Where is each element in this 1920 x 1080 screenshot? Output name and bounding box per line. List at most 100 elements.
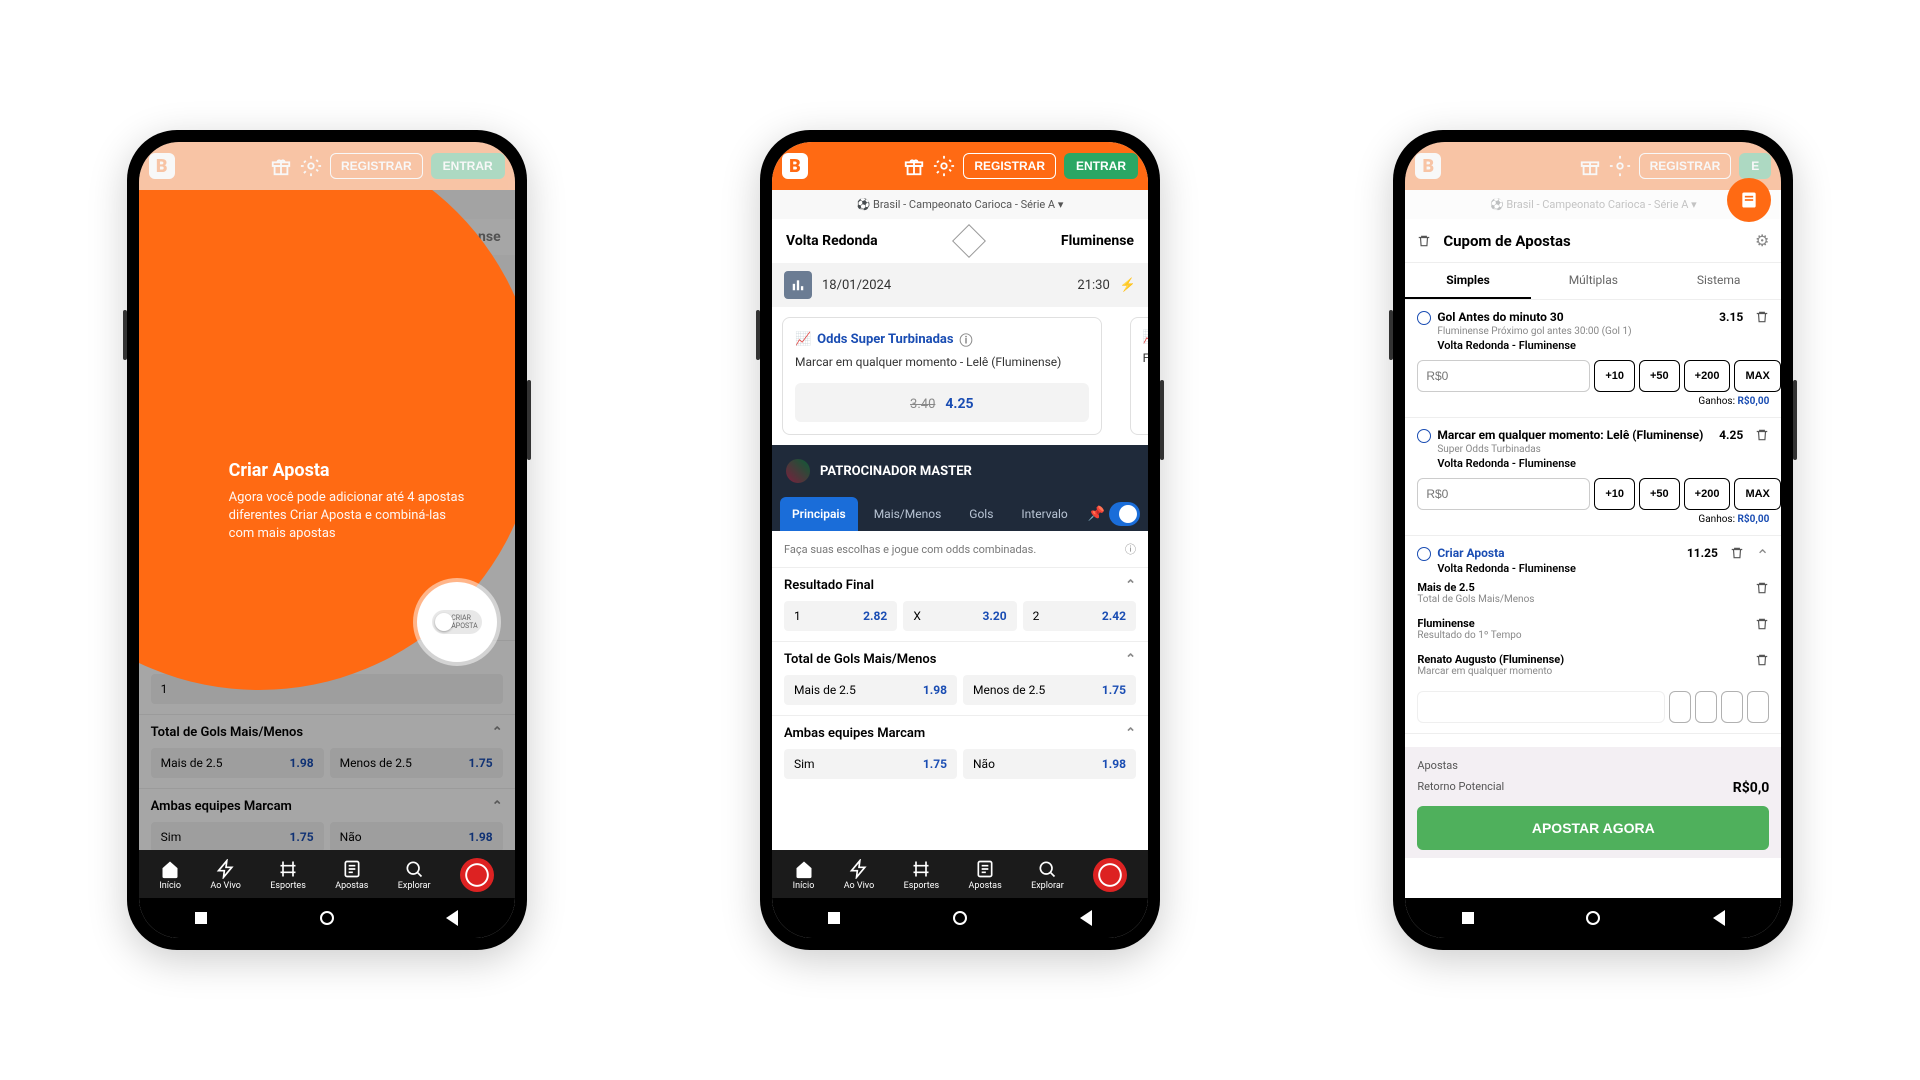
casino-chip-icon[interactable] [1093,858,1127,892]
stake-max[interactable]: MAX [1734,478,1780,510]
stake-plus50[interactable]: +50 [1639,360,1680,392]
nav-live[interactable]: Ao Vivo [844,859,875,891]
nav-home[interactable]: Início [793,859,815,891]
outcome-under[interactable]: Menos de 2.51.75 [963,675,1136,705]
outcome-over[interactable]: Mais de 2.51.98 [784,675,957,705]
android-recents-icon[interactable] [1462,912,1474,924]
info-icon[interactable]: ⓘ [960,330,973,349]
gear-icon[interactable] [933,155,955,177]
betslip-title: Cupom de Apostas [1443,232,1570,250]
nav-bets[interactable]: Apostas [335,859,368,891]
app-header: B REGISTRAR ENTRAR [772,142,1148,190]
settings-icon[interactable]: ⚙ [1755,231,1769,250]
bet-item-3-betbuilder: Criar Aposta Volta Redonda - Fluminense … [1405,536,1781,734]
android-back-icon[interactable] [1080,910,1092,926]
criar-aposta-toggle[interactable] [1109,502,1140,526]
android-home-icon[interactable] [320,911,334,925]
nav-explore[interactable]: Explorar [398,859,431,891]
chevron-up-icon[interactable]: ⌃ [1756,546,1769,565]
match-header: Volta Redonda Fluminense [772,219,1148,263]
stake-plus200[interactable]: +200 [1684,360,1731,392]
stake-plus50[interactable] [1695,691,1717,723]
trash-icon[interactable] [1755,428,1769,442]
stake-max[interactable]: MAX [1734,360,1780,392]
sponsor-banner: PATROCINADOR MASTER [772,445,1148,497]
place-bet-button[interactable]: APOSTAR AGORA [1417,806,1769,850]
android-recents-icon[interactable] [828,912,840,924]
trash-icon[interactable] [1755,581,1769,595]
stake-input[interactable] [1417,478,1590,510]
trash-icon[interactable] [1755,617,1769,631]
android-home-icon[interactable] [953,911,967,925]
outcome-draw[interactable]: X3.20 [903,601,1016,631]
gift-icon[interactable] [903,155,925,177]
tab-sistema[interactable]: Sistema [1656,263,1781,299]
chevron-up-icon[interactable]: ⌃ [1125,726,1136,741]
android-nav [1405,898,1781,938]
stake-plus10[interactable]: +10 [1594,360,1635,392]
register-button[interactable]: REGISTRAR [1639,153,1732,179]
stake-plus10[interactable]: +10 [1594,478,1635,510]
pin-icon[interactable]: 📌 [1088,506,1105,522]
stats-icon[interactable] [784,271,812,299]
android-back-icon[interactable] [446,910,458,926]
android-recents-icon[interactable] [195,912,207,924]
login-button[interactable]: ENTRAR [1064,153,1138,179]
outcome-btts-yes[interactable]: Sim1.75 [784,749,957,779]
tab-maismenos[interactable]: Mais/Menos [862,497,954,531]
android-home-icon[interactable] [1586,911,1600,925]
tab-intervalo[interactable]: Intervalo [1009,497,1079,531]
nav-bets[interactable]: Apostas [969,859,1002,891]
android-back-icon[interactable] [1713,910,1725,926]
tab-multiplas[interactable]: Múltiplas [1531,263,1656,299]
gift-icon[interactable] [1579,155,1601,177]
betslip-fab-icon[interactable] [1727,178,1771,222]
soccer-icon [1417,429,1431,443]
app-logo-icon: B [782,153,808,179]
outcome-home[interactable]: 12.82 [784,601,897,631]
gift-icon[interactable] [270,155,292,177]
chevron-up-icon[interactable]: ⌃ [1125,652,1136,667]
home-team-label: Volta Redonda [786,233,878,249]
nav-live[interactable]: Ao Vivo [210,859,241,891]
android-nav [139,898,515,938]
trash-all-icon[interactable] [1417,234,1431,248]
boost-card-next[interactable]: 📈O Fl [1130,317,1148,435]
betslip-panel: ⚽ Brasil - Campeonato Carioca - Série A … [1405,190,1781,898]
register-button[interactable]: REGISTRAR [963,153,1056,179]
criar-aposta-toggle[interactable]: CRIARAPOSTA [432,610,482,634]
outcome-away[interactable]: 22.42 [1023,601,1136,631]
tab-principais[interactable]: Principais [780,497,858,531]
nav-home[interactable]: Início [159,859,181,891]
tab-simples[interactable]: Simples [1405,263,1530,299]
nav-sports[interactable]: Esportes [904,859,940,891]
casino-chip-icon[interactable] [460,858,494,892]
bottom-nav: Início Ao Vivo Esportes Apostas Explorar [139,850,515,898]
market-result-title: Resultado Final [784,578,874,593]
trash-icon[interactable] [1755,653,1769,667]
breadcrumb[interactable]: ⚽ Brasil - Campeonato Carioca - Série A … [772,190,1148,219]
boost-card[interactable]: 📈Odds Super Turbinadas ⓘ Marcar em qualq… [782,317,1102,435]
login-button[interactable]: E [1739,153,1771,179]
bb-leg-3: Renato Augusto (Fluminense)Marcar em qua… [1417,647,1769,683]
footer-apostas-label: Apostas [1417,759,1458,772]
chevron-up-icon[interactable]: ⌃ [1125,578,1136,593]
nav-explore[interactable]: Explorar [1031,859,1064,891]
outcome-btts-no[interactable]: Não1.98 [963,749,1136,779]
info-icon[interactable]: ⓘ [1125,541,1136,557]
stake-plus200[interactable]: +200 [1684,478,1731,510]
gear-icon[interactable] [1609,155,1631,177]
stake-input[interactable] [1417,360,1590,392]
stake-plus10[interactable] [1669,691,1691,723]
trash-icon[interactable] [1730,546,1744,560]
nav-sports[interactable]: Esportes [270,859,306,891]
stake-plus200[interactable] [1721,691,1743,723]
gear-icon[interactable] [300,155,322,177]
stake-plus50[interactable]: +50 [1639,478,1680,510]
stake-max[interactable] [1747,691,1769,723]
tab-gols[interactable]: Gols [957,497,1005,531]
register-button[interactable]: REGISTRAR [330,153,423,179]
login-button[interactable]: ENTRAR [431,153,505,179]
trash-icon[interactable] [1755,310,1769,324]
stake-input[interactable] [1417,691,1665,723]
